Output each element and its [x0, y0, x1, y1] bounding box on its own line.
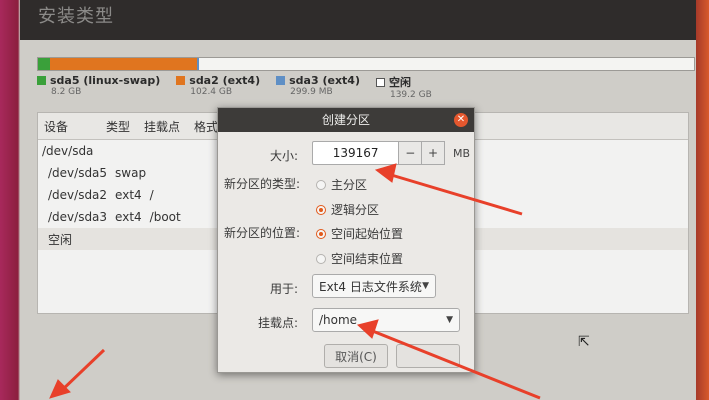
red-arrow-head: [356, 319, 379, 339]
red-arrow-mount: [369, 328, 541, 400]
red-arrow-head: [49, 379, 71, 399]
red-arrow-head: [374, 163, 397, 183]
red-arrow-size: [387, 172, 523, 216]
mouse-cursor-icon: ⇱: [578, 334, 590, 350]
red-arrow-corner: [58, 348, 106, 394]
annotation-arrows: [49, 163, 541, 400]
